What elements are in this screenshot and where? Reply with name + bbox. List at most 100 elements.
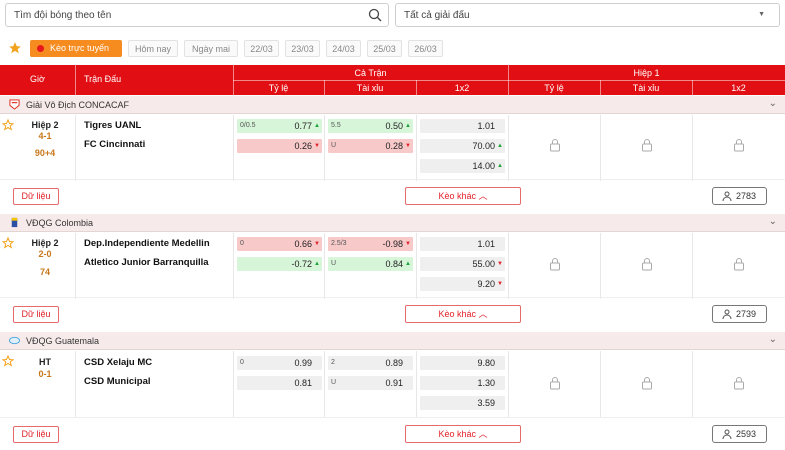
match-status: HT [39, 357, 51, 367]
lock-icon [734, 139, 744, 152]
odds-over[interactable]: 5.5 0.50 ▲ [328, 119, 413, 133]
header-match: Trận Đấu [84, 74, 122, 84]
data-button[interactable]: Dữ liệu [13, 188, 59, 205]
lock-icon [642, 139, 652, 152]
search-placeholder: Tìm đội bóng theo tên [14, 10, 112, 21]
lock-icon [734, 377, 744, 390]
date-tab[interactable]: 23/03 [285, 40, 320, 57]
date-tab[interactable]: 24/03 [326, 40, 361, 57]
match-minute: 90+4 [34, 148, 56, 158]
favorites-star-icon[interactable] [8, 41, 22, 55]
date-tab[interactable]: 26/03 [408, 40, 443, 57]
search-icon[interactable] [368, 8, 382, 22]
chevron-up-icon: ︿ [478, 429, 488, 439]
more-odds-button[interactable]: Kèo khác ︿ [405, 187, 521, 205]
odds-handicap-away[interactable]: 0.26 ▼ [237, 139, 322, 153]
favorite-star-icon[interactable] [2, 237, 14, 249]
date-tab[interactable]: 22/03 [244, 40, 279, 57]
match-status: Hiệp 2 [31, 238, 59, 248]
user-icon [722, 191, 732, 201]
odds-1x2-away[interactable]: 1.30 [420, 376, 505, 390]
concacaf-logo-icon [9, 99, 20, 110]
home-team[interactable]: Tigres UANL [84, 120, 141, 131]
fans-count-button[interactable]: 2739 [712, 305, 767, 323]
fans-count-button[interactable]: 2783 [712, 187, 767, 205]
league-name: VĐQG Guatemala [26, 336, 100, 346]
live-dot-icon [37, 45, 44, 52]
header-half-overunder: Tài xỉu [632, 83, 660, 93]
odds-1x2-away[interactable]: 55.00 ▼ [420, 257, 505, 271]
odds-1x2-home[interactable]: 1.01 [420, 237, 505, 251]
home-team[interactable]: CSD Xelaju MC [84, 357, 152, 368]
data-button[interactable]: Dữ liệu [13, 426, 59, 443]
header-1x2: 1x2 [454, 83, 470, 93]
odds-1x2-draw[interactable]: 14.00 ▲ [420, 159, 505, 173]
date-tab-today[interactable]: Hôm nay [128, 40, 178, 57]
date-tab[interactable]: 25/03 [367, 40, 402, 57]
odds-over[interactable]: 2.5/3 -0.98 ▼ [328, 237, 413, 251]
user-icon [722, 429, 732, 439]
odds-1x2-home[interactable]: 9.80 [420, 356, 505, 370]
fans-count-button[interactable]: 2593 [712, 425, 767, 443]
table-header: Giờ Trận Đấu Cả Trận Hiệp 1 Tỷ lệ Tài xỉ… [0, 65, 785, 95]
header-full-match: Cả Trận [354, 68, 387, 78]
away-team[interactable]: CSD Municipal [84, 376, 151, 387]
date-tab-tomorrow[interactable]: Ngày mai [184, 40, 238, 57]
header-time: Giờ [30, 74, 45, 84]
match-row[interactable]: Hiệp 2 2-0 74 Dep.Independiente Medellin… [0, 233, 785, 299]
odds-handicap-home[interactable]: 0/0.5 0.77 ▲ [237, 119, 322, 133]
live-odds-button[interactable]: Kèo trực tuyến [30, 40, 122, 57]
chevron-down-icon[interactable]: ⌄ [769, 216, 777, 227]
more-odds-button[interactable]: Kèo khác ︿ [405, 425, 521, 443]
match-score: 2-0 [38, 249, 52, 259]
match-actions: Dữ liệu Kèo khác ︿ 2783 [0, 179, 785, 213]
odds-handicap-home[interactable]: 0 0.66 ▼ [237, 237, 322, 251]
odds-handicap-away[interactable]: 0.81 [237, 376, 322, 390]
league-row[interactable]: Giải Vô Địch CONCACAF ⌄ [0, 96, 785, 114]
odds-handicap-away[interactable]: -0.72 ▲ [237, 257, 322, 271]
favorite-star-icon[interactable] [2, 355, 14, 367]
lock-icon [642, 258, 652, 271]
match-row[interactable]: Hiệp 2 4-1 90+4 Tigres UANL FC Cincinnat… [0, 115, 785, 181]
odds-1x2-draw[interactable]: 9.20 ▼ [420, 277, 505, 291]
match-row[interactable]: HT 0-1 CSD Xelaju MC CSD Municipal 0 0.99… [0, 351, 785, 417]
odds-1x2-away[interactable]: 70.00 ▲ [420, 139, 505, 153]
more-odds-button[interactable]: Kèo khác ︿ [405, 305, 521, 323]
match-score: 0-1 [38, 369, 52, 379]
user-icon [722, 309, 732, 319]
header-handicap: Tỷ lệ [268, 83, 289, 93]
odds-1x2-home[interactable]: 1.01 [420, 119, 505, 133]
chevron-down-icon: ▼ [758, 11, 765, 18]
lock-icon [550, 377, 560, 390]
league-filter-select[interactable]: Tất cả giải đấu ▼ [395, 3, 780, 27]
search-input[interactable]: Tìm đội bóng theo tên [5, 3, 389, 27]
data-button[interactable]: Dữ liệu [13, 306, 59, 323]
odds-under[interactable]: U 0.91 [328, 376, 413, 390]
live-odds-label: Kèo trực tuyến [50, 43, 110, 53]
odds-under[interactable]: U 0.28 ▼ [328, 139, 413, 153]
fans-count: 2783 [736, 191, 757, 201]
odds-handicap-home[interactable]: 0 0.99 [237, 356, 322, 370]
fans-count: 2739 [736, 309, 757, 319]
home-team[interactable]: Dep.Independiente Medellin [84, 238, 210, 249]
league-row[interactable]: VĐQG Colombia ⌄ [0, 214, 785, 232]
header-first-half: Hiệp 1 [633, 68, 660, 78]
odds-over[interactable]: 2 0.89 [328, 356, 413, 370]
header-overunder: Tài xỉu [356, 83, 384, 93]
away-team[interactable]: Atletico Junior Barranquilla [84, 257, 209, 268]
chevron-down-icon[interactable]: ⌄ [769, 98, 777, 109]
match-score: 4-1 [38, 131, 52, 141]
league-row[interactable]: VĐQG Guatemala ⌄ [0, 332, 785, 350]
league-filter-value: Tất cả giải đấu [404, 10, 470, 21]
favorite-star-icon[interactable] [2, 119, 14, 131]
chevron-up-icon: ︿ [478, 191, 488, 201]
chevron-down-icon[interactable]: ⌄ [769, 334, 777, 345]
lock-icon [550, 258, 560, 271]
odds-under[interactable]: U 0.84 ▲ [328, 257, 413, 271]
away-team[interactable]: FC Cincinnati [84, 139, 145, 150]
odds-1x2-draw[interactable]: 3.59 [420, 396, 505, 410]
lock-icon [642, 377, 652, 390]
league-name: Giải Vô Địch CONCACAF [26, 100, 130, 110]
date-bar: Kèo trực tuyến Hôm nay Ngày mai 22/03 23… [0, 38, 785, 60]
lock-icon [550, 139, 560, 152]
